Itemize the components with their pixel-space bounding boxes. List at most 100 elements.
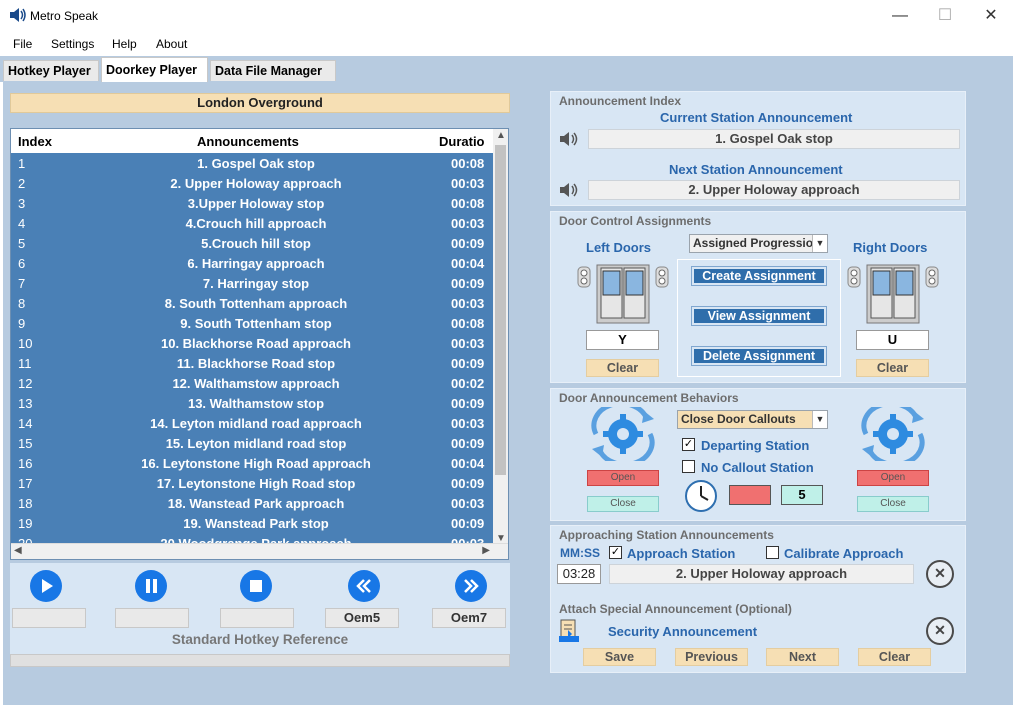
menu-file[interactable]: File bbox=[13, 37, 32, 51]
left-door-key[interactable]: Y bbox=[586, 330, 659, 350]
create-assignment-button[interactable]: Create Assignment bbox=[691, 266, 827, 286]
list-item[interactable]: 17 17. Leytonstone High Road stop 00:09 bbox=[11, 474, 495, 494]
horizontal-scrollbar[interactable]: ◀ ▶ bbox=[11, 543, 508, 559]
pause-icon bbox=[146, 579, 157, 593]
next-button[interactable] bbox=[455, 570, 487, 602]
document-icon[interactable] bbox=[557, 618, 583, 644]
pause-button[interactable] bbox=[135, 570, 167, 602]
clear-left-button[interactable]: Clear bbox=[586, 359, 659, 377]
time-input[interactable]: 03:28 bbox=[557, 564, 601, 584]
right-open-button[interactable]: Open bbox=[857, 470, 929, 486]
next-key: Oem7 bbox=[432, 608, 506, 628]
list-item[interactable]: 14 14. Leyton midland road approach 00:03 bbox=[11, 414, 495, 434]
next-button[interactable]: Next bbox=[766, 648, 839, 666]
list-item[interactable]: 4 4.Crouch hill approach 00:03 bbox=[11, 214, 495, 234]
header-duration[interactable]: Duratio bbox=[439, 134, 485, 149]
list-item[interactable]: 1 1. Gospel Oak stop 00:08 bbox=[11, 154, 495, 174]
delete-assignment-button[interactable]: Delete Assignment bbox=[691, 346, 827, 366]
right-door-key[interactable]: U bbox=[856, 330, 929, 350]
approach-station-checkbox[interactable]: ✓ bbox=[609, 546, 622, 559]
scroll-left-icon[interactable]: ◀ bbox=[14, 545, 22, 556]
row-duration: 00:08 bbox=[451, 196, 485, 211]
previous-button[interactable]: Previous bbox=[675, 648, 748, 666]
departing-station-checkbox[interactable]: ✓ bbox=[682, 438, 695, 451]
no-callout-label: No Callout Station bbox=[701, 460, 814, 475]
left-door-icon bbox=[577, 264, 669, 324]
row-duration: 00:02 bbox=[451, 376, 485, 391]
list-item[interactable]: 3 3.Upper Holoway stop 00:08 bbox=[11, 194, 495, 214]
list-header: Index Announcements Duratio bbox=[11, 129, 495, 153]
list-item[interactable]: 10 10. Blackhorse Road approach 00:03 bbox=[11, 334, 495, 354]
list-item[interactable]: 19 19. Wanstead Park stop 00:09 bbox=[11, 514, 495, 534]
header-index[interactable]: Index bbox=[18, 134, 52, 149]
clear-special-button[interactable]: ✕ bbox=[926, 617, 954, 645]
row-index: 2 bbox=[18, 176, 26, 191]
row-index: 8 bbox=[18, 296, 26, 311]
save-button[interactable]: Save bbox=[583, 648, 656, 666]
list-item[interactable]: 15 15. Leyton midland road stop 00:09 bbox=[11, 434, 495, 454]
calibrate-approach-checkbox[interactable] bbox=[766, 546, 779, 559]
clear-button[interactable]: Clear bbox=[858, 648, 931, 666]
tab-data-file-manager[interactable]: Data File Manager bbox=[210, 60, 336, 81]
assignment-mode-select[interactable]: Assigned Progression ▼ bbox=[689, 234, 828, 253]
menu-settings[interactable]: Settings bbox=[51, 37, 94, 51]
scroll-up-icon[interactable]: ▲ bbox=[496, 130, 506, 141]
tab-doorkey-player[interactable]: Doorkey Player bbox=[101, 57, 208, 82]
speaker-icon[interactable] bbox=[559, 181, 581, 199]
list-item[interactable]: 2 2. Upper Holoway approach 00:03 bbox=[11, 174, 495, 194]
row-index: 12 bbox=[18, 376, 33, 391]
list-item[interactable]: 8 8. South Tottenham approach 00:03 bbox=[11, 294, 495, 314]
row-announcement: 19. Wanstead Park stop bbox=[183, 516, 329, 531]
row-index: 6 bbox=[18, 256, 26, 271]
scroll-thumb[interactable] bbox=[495, 145, 506, 475]
menu-about[interactable]: About bbox=[156, 37, 187, 51]
row-duration: 00:03 bbox=[451, 496, 485, 511]
stop-button[interactable] bbox=[240, 570, 272, 602]
standard-hotkey-reference: Standard Hotkey Reference bbox=[171, 632, 349, 647]
no-callout-checkbox[interactable] bbox=[682, 460, 695, 473]
list-item[interactable]: 16 16. Leytonstone High Road approach 00:0… bbox=[11, 454, 495, 474]
list-item[interactable]: 6 6. Harringay approach 00:04 bbox=[11, 254, 495, 274]
timer-value[interactable]: 5 bbox=[781, 485, 823, 505]
list-item[interactable]: 12 12. Walthamstow approach 00:02 bbox=[11, 374, 495, 394]
list-item[interactable]: 5 5.Crouch hill stop 00:09 bbox=[11, 234, 495, 254]
view-assignment-button[interactable]: View Assignment bbox=[691, 306, 827, 326]
play-button[interactable] bbox=[30, 570, 62, 602]
row-announcement: 3.Upper Holoway stop bbox=[187, 196, 325, 211]
security-announcement-label: Security Announcement bbox=[608, 624, 758, 639]
callout-mode-select[interactable]: Close Door Callouts ▼ bbox=[677, 410, 828, 429]
vertical-scrollbar[interactable]: ▲ ▼ bbox=[493, 129, 508, 545]
approach-announcement-field: 2. Upper Holoway approach bbox=[609, 564, 914, 584]
row-index: 17 bbox=[18, 476, 33, 491]
speaker-icon[interactable] bbox=[559, 130, 581, 148]
row-index: 11 bbox=[18, 356, 32, 371]
previous-button[interactable] bbox=[348, 570, 380, 602]
list-item[interactable]: 9 9. South Tottenham stop 00:08 bbox=[11, 314, 495, 334]
maximize-button[interactable]: ☐ bbox=[935, 6, 955, 26]
clear-right-button[interactable]: Clear bbox=[856, 359, 929, 377]
list-item[interactable]: 7 7. Harringay stop 00:09 bbox=[11, 274, 495, 294]
row-announcement: 6. Harringay approach bbox=[187, 256, 325, 271]
menu-help[interactable]: Help bbox=[112, 37, 137, 51]
minimize-button[interactable]: — bbox=[890, 6, 910, 26]
right-close-button[interactable]: Close bbox=[857, 496, 929, 512]
tab-hotkey-player[interactable]: Hotkey Player bbox=[3, 60, 99, 81]
close-button[interactable]: ✕ bbox=[981, 6, 1001, 26]
left-open-button[interactable]: Open bbox=[587, 470, 659, 486]
list-item[interactable]: 13 13. Walthamstow stop 00:09 bbox=[11, 394, 495, 414]
clock-icon bbox=[685, 480, 717, 512]
row-announcement: 5.Crouch hill stop bbox=[201, 236, 311, 251]
clear-approach-button[interactable]: ✕ bbox=[926, 560, 954, 588]
chevron-down-icon: ▼ bbox=[812, 235, 827, 252]
row-duration: 00:09 bbox=[451, 516, 485, 531]
list-item[interactable]: 18 18. Wanstead Park approach 00:03 bbox=[11, 494, 495, 514]
left-close-button[interactable]: Close bbox=[587, 496, 659, 512]
list-item[interactable]: 11 11. Blackhorse Road stop 00:09 bbox=[11, 354, 495, 374]
header-announcements[interactable]: Announcements bbox=[197, 134, 299, 149]
row-duration: 00:03 bbox=[451, 176, 485, 191]
rewind-icon bbox=[356, 579, 371, 593]
close-icon: ✕ bbox=[934, 565, 946, 581]
scroll-right-icon[interactable]: ▶ bbox=[482, 545, 490, 556]
stop-icon bbox=[250, 580, 262, 592]
announcement-list[interactable]: Index Announcements Duratio 1 1. Gospel O… bbox=[10, 128, 509, 560]
